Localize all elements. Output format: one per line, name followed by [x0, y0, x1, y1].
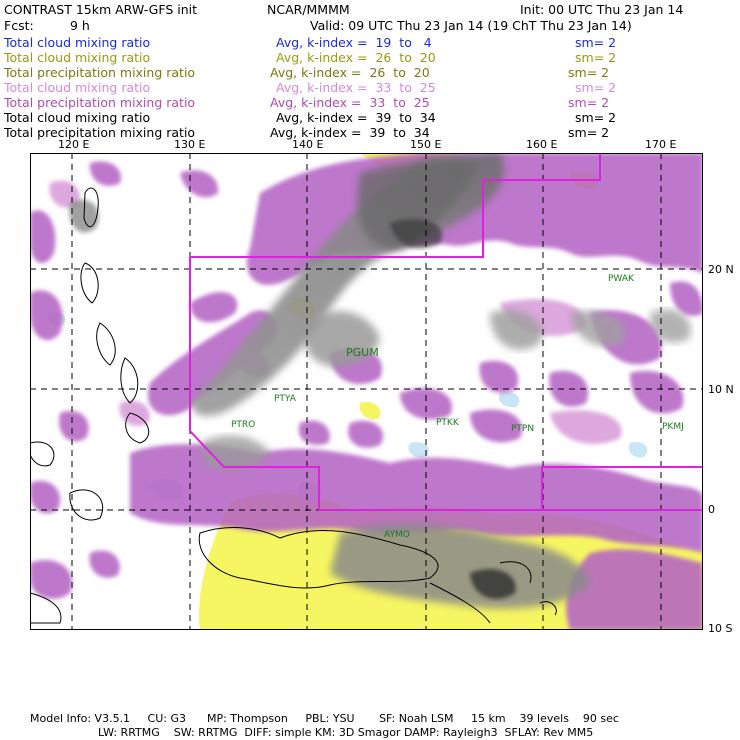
legend-item-sm: sm= 2: [568, 95, 610, 110]
footer-model-info: Model Info: V3.5.1 CU: G3 MP: Thompson P…: [30, 712, 619, 725]
lon-label: 160 E: [526, 138, 558, 151]
station-label: PKMJ: [662, 422, 684, 432]
station-label: PGUM: [346, 346, 379, 359]
legend-item-name: Total cloud mixing ratio: [4, 50, 151, 65]
legend-item-name: Total cloud mixing ratio: [4, 35, 151, 50]
legend-item-desc: Avg, k-index = 39 to 34: [276, 110, 436, 125]
station-label: PWAK: [608, 274, 634, 284]
legend-item-name: Total cloud mixing ratio: [4, 80, 151, 95]
fcst-label: Fcst:: [4, 18, 34, 33]
station-label: PTKK: [436, 418, 459, 428]
legend-item-name: Total precipitation mixing ratio: [4, 65, 196, 80]
legend-item-desc: Avg, k-index = 33 to 25: [276, 80, 436, 95]
legend-item-sm: sm= 2: [568, 65, 610, 80]
fcst-value: 9 h: [70, 18, 90, 33]
lat-label: 10 N: [708, 383, 734, 396]
legend-item-sm: sm= 2: [575, 110, 617, 125]
station-label: PTPN: [511, 424, 535, 434]
legend-item-sm: sm= 2: [568, 125, 610, 140]
lon-label: 150 E: [410, 138, 442, 151]
legend-item-name: Total precipitation mixing ratio: [4, 95, 196, 110]
legend-item-desc: Avg, k-index = 33 to 25: [270, 95, 430, 110]
lat-label: 20 N: [708, 263, 734, 276]
model-title: CONTRAST 15km ARW-GFS init: [4, 2, 198, 17]
station-label: PTRO: [231, 420, 256, 430]
legend-item-desc: Avg, k-index = 26 to 20: [276, 50, 436, 65]
legend-item-sm: sm= 2: [575, 35, 617, 50]
valid-time: Valid: 09 UTC Thu 23 Jan 14 (19 ChT Thu …: [310, 18, 632, 33]
legend-item-sm: sm= 2: [575, 80, 617, 95]
lon-label: 140 E: [292, 138, 324, 151]
footer-physics-info: LW: RRTMG SW: RRTMG DIFF: simple KM: 3D …: [98, 726, 594, 739]
legend-item-name: Total cloud mixing ratio: [4, 110, 151, 125]
station-label: PTYA: [274, 394, 296, 404]
legend-item-desc: Avg, k-index = 19 to 4: [276, 35, 432, 50]
legend-item-desc: Avg, k-index = 26 to 20: [270, 65, 430, 80]
init-time: Init: 00 UTC Thu 23 Jan 14: [520, 2, 684, 17]
legend-item-sm: sm= 2: [575, 50, 617, 65]
lon-label: 130 E: [174, 138, 206, 151]
station-label: AYMO: [384, 530, 410, 540]
legend-item-name: Total precipitation mixing ratio: [4, 125, 196, 140]
lat-label: 0: [708, 503, 715, 516]
lon-label: 170 E: [645, 138, 677, 151]
lon-label: 120 E: [58, 138, 90, 151]
org-label: NCAR/MMMM: [267, 2, 350, 17]
lat-label: 10 S: [708, 622, 733, 635]
cloud-mixing-ratio-map: [30, 153, 703, 630]
